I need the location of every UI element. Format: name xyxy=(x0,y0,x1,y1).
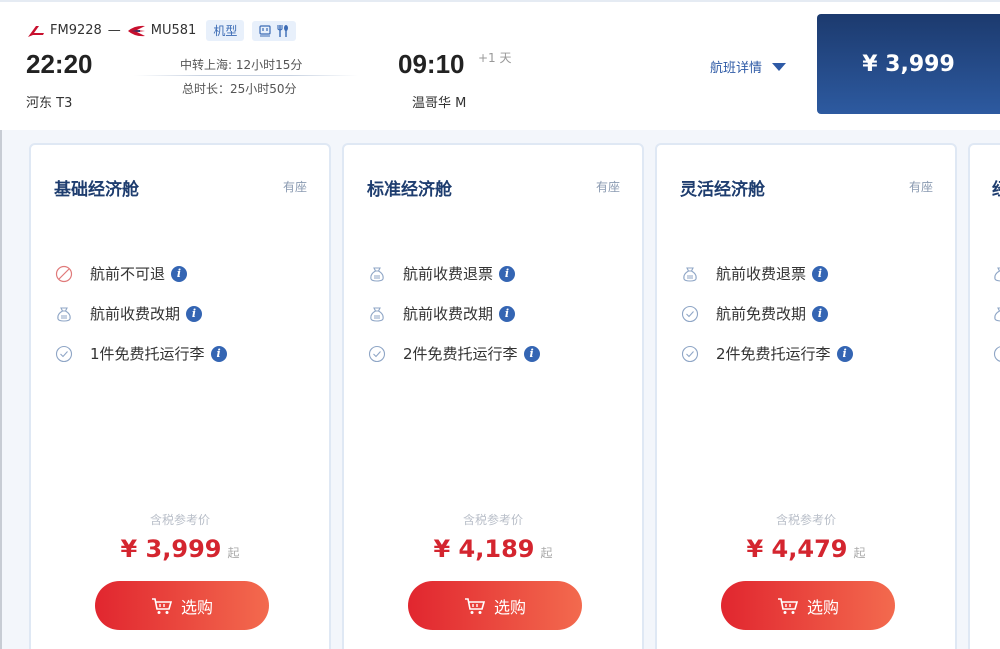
feature-text: 航前收费退票 xyxy=(403,265,494,283)
info-icon[interactable]: i xyxy=(523,345,540,362)
chevron-down-icon xyxy=(772,62,787,71)
fare-price-value: ¥ 4,479 xyxy=(746,535,848,563)
fare-price-value: ¥ 4,189 xyxy=(433,535,535,563)
fare-price: ¥ 4,189 起 xyxy=(344,535,642,563)
info-icon[interactable]: i xyxy=(171,265,188,282)
fare-feature: 航前收费改期 i xyxy=(54,303,203,324)
fare-feature: 航前不可退 i xyxy=(54,263,188,284)
fare-card-flexible[interactable]: 灵活经济舱 有座 航前收费退票 i 航前免费改期 i 2件免费托运行李 i 含税… xyxy=(655,143,957,649)
fare-feature: 2件免费托运行李 i xyxy=(367,343,540,364)
fare-price: ¥ 4,479 起 xyxy=(657,535,955,563)
feature-text: 2件免费托运行李 xyxy=(716,345,831,363)
feature-text: 航前免费改期 xyxy=(716,305,807,323)
fare-feature: 2件免费托运行李 i xyxy=(680,343,853,364)
info-icon[interactable]: i xyxy=(186,305,203,322)
feature-text: 2件免费托运行李 xyxy=(403,345,518,363)
tax-included-label: 含税参考价 xyxy=(775,513,836,527)
check-circle-icon xyxy=(680,344,700,364)
flight-details-label: 航班详情 xyxy=(710,61,763,76)
fare-feature: 航前免费改期 i xyxy=(680,303,829,324)
check-circle-icon xyxy=(54,344,74,364)
seat-availability: 有座 xyxy=(282,180,307,194)
tax-included-label: 含税参考价 xyxy=(149,513,210,527)
flight-separator: — xyxy=(107,23,121,38)
fare-feature: 航前收费退票 i xyxy=(680,263,829,284)
plus-day-badge: +1 天 xyxy=(478,51,512,65)
fee-bag-icon xyxy=(680,264,700,284)
flight-details-toggle[interactable]: 航班详情 xyxy=(710,57,787,76)
fare-feature: 1件免费托运行李 i xyxy=(54,343,227,364)
fare-feature: 航前收费退票 i xyxy=(367,263,516,284)
meal-icon xyxy=(277,24,289,37)
info-icon[interactable]: i xyxy=(836,345,853,362)
lowest-price-button[interactable]: ¥ 3,999 xyxy=(817,14,1000,114)
info-icon[interactable]: i xyxy=(499,305,516,322)
seat-availability: 有座 xyxy=(908,180,933,194)
feature-text: 航前收费改期 xyxy=(90,305,181,323)
feature-text: 航前不可退 xyxy=(90,265,166,283)
tax-included-label: 含税参考价 xyxy=(462,513,523,527)
arrival-airport: 温哥华 M xyxy=(412,96,467,111)
airline-logo-icon xyxy=(127,25,145,36)
fee-bag-icon xyxy=(992,305,1000,327)
feature-text: 1件免费托运行李 xyxy=(90,345,205,363)
route-line xyxy=(134,75,358,76)
fee-bag-icon xyxy=(54,304,74,324)
info-icon[interactable]: i xyxy=(210,345,227,362)
buy-button[interactable]: 选购 xyxy=(721,581,895,630)
cart-icon xyxy=(777,597,799,614)
amenities-tag[interactable] xyxy=(252,20,297,41)
feature-text: 航前收费改期 xyxy=(403,305,494,323)
buy-button-label: 选购 xyxy=(180,597,213,617)
flight-number-1: FM9228 xyxy=(50,23,102,38)
check-circle-icon xyxy=(680,304,700,324)
fare-title: 基础经济舱 xyxy=(54,180,139,200)
check-circle-icon xyxy=(367,344,387,364)
fare-price: ¥ 3,999 起 xyxy=(31,535,329,563)
aircraft-type-tag[interactable]: 机型 xyxy=(206,20,245,41)
fare-feature: 航前收费改期 i xyxy=(367,303,516,324)
fee-bag-icon xyxy=(367,264,387,284)
price-from-suffix: 起 xyxy=(853,546,866,560)
flight-summary-bar[interactable]: FM9228 — MU581 机型 22:20 河东 T3 中转上海: 12小时… xyxy=(0,0,1000,130)
power-outlet-icon xyxy=(259,24,271,36)
fare-title: 标准经济舱 xyxy=(367,180,452,200)
no-refund-icon xyxy=(54,264,74,284)
departure-airport: 河东 T3 xyxy=(26,96,73,111)
fare-card-partial[interactable]: 经 xyxy=(968,143,1000,649)
fare-title: 经 xyxy=(992,175,1000,200)
fare-title: 灵活经济舱 xyxy=(680,180,765,200)
buy-button-label: 选购 xyxy=(493,597,526,617)
transfer-info: 中转上海: 12小时15分 xyxy=(180,58,303,72)
cart-icon xyxy=(151,597,173,614)
fare-card-basic[interactable]: 基础经济舱 有座 航前不可退 i 航前收费改期 i 1件免费托运行李 i 含税参… xyxy=(29,143,331,649)
check-circle-icon xyxy=(992,345,1000,367)
info-icon[interactable]: i xyxy=(499,265,516,282)
info-icon[interactable]: i xyxy=(812,305,829,322)
flight-numbers: FM9228 — MU581 机型 xyxy=(26,20,297,41)
departure-time: 22:20 xyxy=(26,49,93,79)
price-from-suffix: 起 xyxy=(227,546,240,560)
price-from-suffix: 起 xyxy=(540,546,553,560)
fare-price-value: ¥ 3,999 xyxy=(120,535,222,563)
info-icon[interactable]: i xyxy=(812,265,829,282)
buy-button[interactable]: 选购 xyxy=(408,581,582,630)
feature-text: 航前收费退票 xyxy=(716,265,807,283)
arrival-time: 09:10 xyxy=(398,49,465,79)
flight-number-2: MU581 xyxy=(150,23,197,38)
fee-bag-icon xyxy=(367,304,387,324)
cart-icon xyxy=(464,597,486,614)
airline-logo-icon xyxy=(28,25,44,37)
total-duration: 总时长：25小时50分 xyxy=(182,82,297,96)
fare-card-standard[interactable]: 标准经济舱 有座 航前收费退票 i 航前收费改期 i 2件免费托运行李 i 含税… xyxy=(342,143,644,649)
buy-button[interactable]: 选购 xyxy=(95,581,269,630)
fee-bag-icon xyxy=(992,265,1000,287)
seat-availability: 有座 xyxy=(595,180,620,194)
buy-button-label: 选购 xyxy=(806,597,839,617)
